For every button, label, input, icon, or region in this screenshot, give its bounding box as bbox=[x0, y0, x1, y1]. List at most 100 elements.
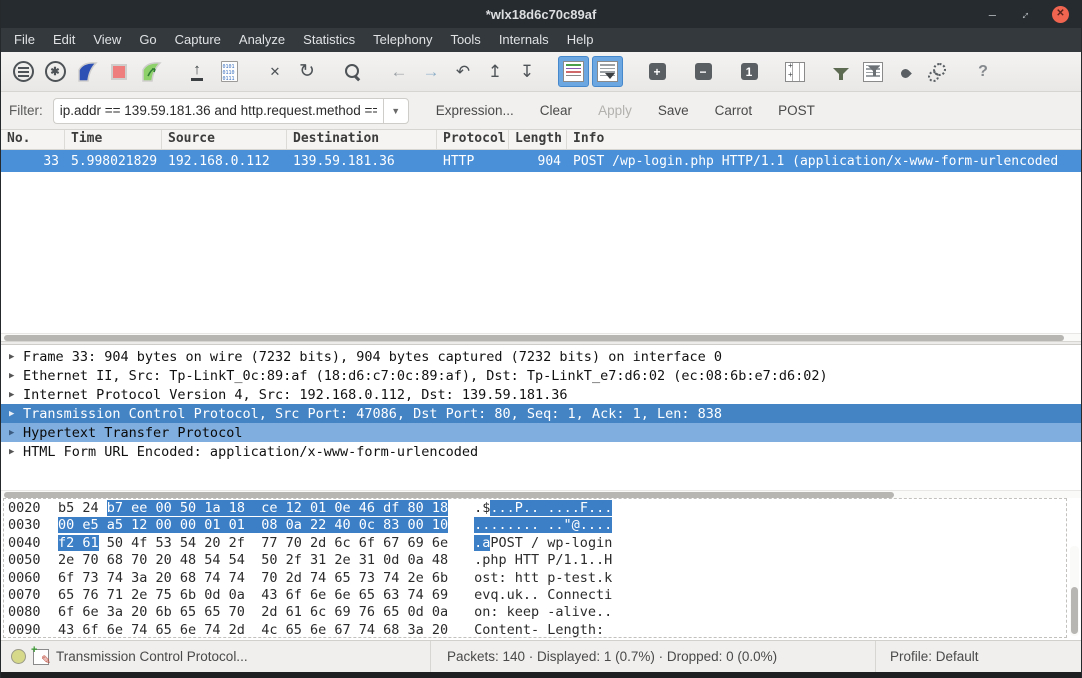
detail-row[interactable]: ▶Transmission Control Protocol, Src Port… bbox=[1, 404, 1081, 423]
help-button[interactable]: ? bbox=[967, 56, 999, 88]
packet-list-header: No.TimeSourceDestinationProtocolLengthIn… bbox=[1, 130, 1081, 150]
autoscroll-button[interactable] bbox=[592, 56, 623, 87]
go-to-top-button[interactable]: ↥ bbox=[479, 56, 511, 88]
menu-item-go[interactable]: Go bbox=[130, 28, 165, 52]
expander-icon[interactable]: ▶ bbox=[9, 371, 23, 381]
find-packet-button[interactable] bbox=[337, 56, 369, 88]
go-to-packet-button[interactable]: ↶ bbox=[447, 56, 479, 88]
hex-offset: 0020 bbox=[8, 500, 46, 517]
hex-row[interactable]: 0040f2 61 50 4f 53 54 20 2f 77 70 2d 6c … bbox=[4, 535, 1066, 552]
hex-row[interactable]: 00806f 6e 3a 20 6b 65 65 70 2d 61 6c 69 … bbox=[4, 604, 1066, 621]
reload-button[interactable]: ↻ bbox=[291, 56, 323, 88]
details-hscrollbar[interactable] bbox=[1, 490, 1081, 498]
hex-row[interactable]: 0020b5 24 b7 ee 00 50 1a 18 ce 12 01 0e … bbox=[4, 500, 1066, 517]
stop-square-icon bbox=[111, 64, 127, 80]
save-file-button[interactable]: 0101 0110 0111 bbox=[213, 56, 245, 88]
bytes-vscrollbar[interactable] bbox=[1070, 546, 1079, 636]
saved-filter-post-button[interactable]: POST bbox=[765, 103, 828, 118]
expander-icon[interactable]: ▶ bbox=[9, 428, 23, 438]
hex-row[interactable]: 003000 e5 a5 12 00 00 01 01 08 0a 22 40 … bbox=[4, 517, 1066, 534]
detail-row[interactable]: ▶Hypertext Transfer Protocol bbox=[1, 423, 1081, 442]
go-back-button[interactable]: ← bbox=[383, 56, 415, 88]
filter-input[interactable] bbox=[53, 98, 383, 124]
zoom-normal-icon: 1 bbox=[741, 63, 758, 80]
menu-item-view[interactable]: View bbox=[84, 28, 130, 52]
packet-cell-time: 5.998021829 bbox=[65, 154, 162, 169]
menu-item-help[interactable]: Help bbox=[558, 28, 603, 52]
menu-item-internals[interactable]: Internals bbox=[490, 28, 558, 52]
colorize-list-button[interactable] bbox=[558, 56, 589, 87]
go-forward-button[interactable]: → bbox=[415, 56, 447, 88]
start-capture-fin-icon bbox=[75, 60, 99, 84]
scrollbar-handle[interactable] bbox=[4, 335, 1064, 341]
packet-list-hscrollbar[interactable] bbox=[1, 333, 1081, 341]
capture-comment-icon[interactable]: + ✎ bbox=[33, 649, 49, 665]
detail-row[interactable]: ▶Internet Protocol Version 4, Src: 192.1… bbox=[1, 385, 1081, 404]
list-interfaces-button[interactable] bbox=[7, 56, 39, 88]
clear-button[interactable]: Clear bbox=[527, 103, 585, 118]
apply-button[interactable]: Apply bbox=[585, 103, 645, 118]
menu-item-analyze[interactable]: Analyze bbox=[230, 28, 294, 52]
menu-item-capture[interactable]: Capture bbox=[166, 28, 230, 52]
coloring-rules-button[interactable] bbox=[889, 56, 921, 88]
capture-options-button[interactable]: ✱ bbox=[39, 56, 71, 88]
column-header-time[interactable]: Time bbox=[65, 130, 162, 149]
plus-icon: + bbox=[31, 644, 37, 656]
detail-row[interactable]: ▶Ethernet II, Src: Tp-LinkT_0c:89:af (18… bbox=[1, 366, 1081, 385]
zoom-in-button[interactable]: + bbox=[641, 56, 673, 88]
menu-item-tools[interactable]: Tools bbox=[441, 28, 489, 52]
filter-dropdown-button[interactable]: ▼ bbox=[383, 98, 409, 124]
expander-icon[interactable]: ▶ bbox=[9, 447, 23, 457]
detail-text: Internet Protocol Version 4, Src: 192.16… bbox=[23, 387, 568, 403]
menu-item-file[interactable]: File bbox=[5, 28, 44, 52]
column-header-no[interactable]: No. bbox=[1, 130, 65, 149]
packet-cell-src: 192.168.0.112 bbox=[162, 154, 287, 169]
menu-item-statistics[interactable]: Statistics bbox=[294, 28, 364, 52]
packet-cell-len: 904 bbox=[509, 154, 567, 169]
zoom-normal-button[interactable]: 1 bbox=[733, 56, 765, 88]
save-filter-button[interactable]: Save bbox=[645, 103, 702, 118]
zoom-out-button[interactable]: − bbox=[687, 56, 719, 88]
detail-row[interactable]: ▶Frame 33: 904 bytes on wire (7232 bits)… bbox=[1, 347, 1081, 366]
resize-columns-button[interactable]: + + bbox=[779, 56, 811, 88]
go-to-bottom-button[interactable]: ↧ bbox=[511, 56, 543, 88]
hex-row[interactable]: 00606f 73 74 3a 20 68 74 74 70 2d 74 65 … bbox=[4, 570, 1066, 587]
scrollbar-handle[interactable] bbox=[1071, 587, 1078, 634]
column-header-dst[interactable]: Destination bbox=[287, 130, 437, 149]
hex-row[interactable]: 007065 76 71 2e 75 6b 0d 0a 43 6f 6e 6e … bbox=[4, 587, 1066, 604]
column-header-proto[interactable]: Protocol bbox=[437, 130, 509, 149]
packet-row[interactable]: 335.998021829192.168.0.112139.59.181.36H… bbox=[1, 150, 1081, 172]
expression-button[interactable]: Expression... bbox=[423, 103, 527, 118]
preferences-button[interactable] bbox=[921, 56, 953, 88]
detail-text: Hypertext Transfer Protocol bbox=[23, 425, 242, 441]
detail-row[interactable]: ▶HTML Form URL Encoded: application/x-ww… bbox=[1, 442, 1081, 461]
start-capture-button[interactable] bbox=[71, 56, 103, 88]
column-header-src[interactable]: Source bbox=[162, 130, 287, 149]
expander-icon[interactable]: ▶ bbox=[9, 352, 23, 362]
expander-icon[interactable]: ▶ bbox=[9, 390, 23, 400]
hex-row[interactable]: 00502e 70 68 70 20 48 54 54 50 2f 31 2e … bbox=[4, 552, 1066, 569]
status-bar: + ✎ Transmission Control Protocol... Pac… bbox=[1, 640, 1081, 672]
stop-capture-button[interactable] bbox=[103, 56, 135, 88]
display-filters-button[interactable] bbox=[857, 56, 889, 88]
search-icon bbox=[344, 63, 362, 81]
expert-info-icon[interactable] bbox=[11, 649, 26, 664]
column-header-info[interactable]: Info bbox=[567, 130, 1081, 149]
restart-capture-button[interactable] bbox=[135, 56, 167, 88]
saved-filter-carrot-button[interactable]: Carrot bbox=[702, 103, 766, 118]
detail-text: Transmission Control Protocol, Src Port:… bbox=[23, 406, 722, 422]
hex-row[interactable]: 009043 6f 6e 74 65 6e 74 2d 4c 65 6e 67 … bbox=[4, 622, 1066, 638]
status-profile[interactable]: Profile: Default bbox=[876, 641, 1081, 672]
expander-icon[interactable]: ▶ bbox=[9, 409, 23, 419]
packet-counts-text: Packets: 140 · Displayed: 1 (0.7%) · Dro… bbox=[447, 649, 777, 664]
packet-cell-no: 33 bbox=[1, 154, 65, 169]
restore-button[interactable]: ↔ bbox=[1016, 6, 1033, 23]
open-file-button[interactable]: ↑ bbox=[181, 56, 213, 88]
column-header-len[interactable]: Length bbox=[509, 130, 567, 149]
close-button[interactable]: ✕ bbox=[1052, 6, 1069, 23]
menu-item-edit[interactable]: Edit bbox=[44, 28, 84, 52]
menu-item-telephony[interactable]: Telephony bbox=[364, 28, 441, 52]
minimize-button[interactable]: – bbox=[989, 8, 996, 21]
close-file-button[interactable]: ✕ bbox=[259, 56, 291, 88]
capture-filters-button[interactable] bbox=[825, 56, 857, 88]
